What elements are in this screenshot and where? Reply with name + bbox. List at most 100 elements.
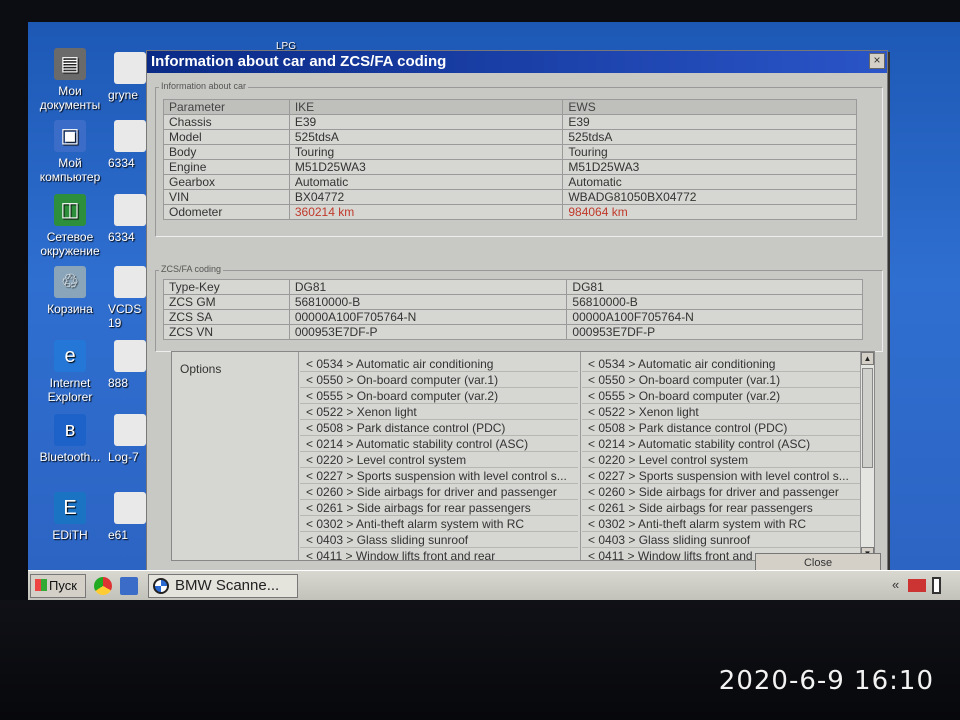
car-info-cell-param: Chassis bbox=[163, 114, 290, 130]
option-item[interactable]: < 0220 > Level control system bbox=[300, 452, 578, 468]
car-info-table: Parameter IKE EWS Chassis E39 E39 Model 525t… bbox=[163, 99, 857, 220]
start-button[interactable]: Пуск bbox=[30, 574, 86, 598]
option-item[interactable]: < 0261 > Side airbags for rear passenger… bbox=[582, 500, 860, 516]
my-computer-icon: ▣ bbox=[54, 120, 86, 152]
car-info-cell-ike: M51D25WA3 bbox=[288, 159, 564, 175]
car-info-cell-ews: E39 bbox=[562, 114, 857, 130]
option-item[interactable]: < 0508 > Park distance control (PDC) bbox=[582, 420, 860, 436]
option-item[interactable]: < 0260 > Side airbags for driver and pas… bbox=[300, 484, 578, 500]
zcs-cell-ews: 56810000-B bbox=[566, 294, 863, 310]
car-info-cell-param: Odometer bbox=[163, 204, 290, 220]
option-item[interactable]: < 0555 > On-board computer (var.2) bbox=[582, 388, 860, 404]
gryn-icon bbox=[114, 52, 146, 84]
desktop-icon[interactable]: ♲ Корзина bbox=[30, 266, 110, 316]
option-item[interactable]: < 0220 > Level control system bbox=[582, 452, 860, 468]
option-item[interactable]: < 0227 > Sports suspension with level co… bbox=[300, 468, 578, 484]
zcs-cell-ike: DG81 bbox=[288, 279, 568, 295]
system-tray: « bbox=[888, 574, 960, 598]
close-icon[interactable]: × bbox=[869, 53, 885, 69]
bmw-scanner-task[interactable]: BMW Scanne... bbox=[148, 574, 298, 598]
option-item[interactable]: < 0403 > Glass sliding sunroof bbox=[582, 532, 860, 548]
my-documents-icon: ▤ bbox=[54, 48, 86, 80]
zcs-table: Type-Key DG81 DG81 ZCS GM 56810000-B 56810000… bbox=[163, 279, 863, 340]
desktop-icon[interactable]: e Internet Explorer bbox=[30, 340, 110, 404]
option-item[interactable]: < 0214 > Automatic stability control (AS… bbox=[300, 436, 578, 452]
option-item[interactable]: < 0302 > Anti-theft alarm system with RC bbox=[300, 516, 578, 532]
car-info-cell-ews: M51D25WA3 bbox=[562, 159, 857, 175]
network-tray-icon[interactable] bbox=[908, 579, 926, 592]
car-info-row: Odometer 360214 km 984064 km bbox=[163, 204, 857, 220]
car-info-cell-ike: Touring bbox=[288, 144, 564, 160]
option-item[interactable]: < 0555 > On-board computer (var.2) bbox=[300, 388, 578, 404]
options-scrollbar[interactable]: ▲ ▼ bbox=[860, 352, 874, 560]
option-item[interactable]: < 0550 > On-board computer (var.1) bbox=[300, 372, 578, 388]
car-info-cell-param: Model bbox=[163, 129, 290, 145]
scroll-thumb[interactable] bbox=[862, 368, 873, 468]
car-info-cell-param: Body bbox=[163, 144, 290, 160]
option-item[interactable]: < 0214 > Automatic stability control (AS… bbox=[582, 436, 860, 452]
desktop-icon[interactable]: ▣ Мой компьютер bbox=[30, 120, 110, 184]
header-ike[interactable]: IKE bbox=[288, 99, 564, 115]
zcs-cell-param: ZCS GM bbox=[163, 294, 290, 310]
chrome-icon[interactable] bbox=[94, 577, 112, 595]
car-info-row: Model 525tdsA 525tdsA bbox=[163, 129, 857, 145]
car-info-row: Chassis E39 E39 bbox=[163, 114, 857, 130]
log-icon bbox=[114, 414, 146, 446]
car-info-row: VIN BX04772 WBADG81050BX04772 bbox=[163, 189, 857, 205]
option-item[interactable]: < 0260 > Side airbags for driver and pas… bbox=[582, 484, 860, 500]
file-888-icon bbox=[114, 340, 146, 372]
option-item[interactable]: < 0411 > Window lifts front and rear bbox=[300, 548, 578, 560]
show-desktop-icon[interactable] bbox=[120, 577, 138, 595]
option-item[interactable]: < 0508 > Park distance control (PDC) bbox=[300, 420, 578, 436]
header-ews[interactable]: EWS bbox=[562, 99, 857, 115]
desktop-icon-label: Сетевое окружение bbox=[40, 230, 100, 258]
file-6334b-icon bbox=[114, 194, 146, 226]
desktop-icon-label: gryne bbox=[108, 88, 139, 102]
desktop-icon-label: Bluetooth... bbox=[39, 450, 101, 464]
battery-icon[interactable] bbox=[932, 577, 941, 594]
car-info-cell-param: Engine bbox=[163, 159, 290, 175]
desktop-icon[interactable]: E EDiTH bbox=[30, 492, 110, 542]
car-info-cell-ews: WBADG81050BX04772 bbox=[562, 189, 857, 205]
options-ews-column: < 0534 > Automatic air conditioning < 055… bbox=[582, 356, 860, 560]
car-info-row: Engine M51D25WA3 M51D25WA3 bbox=[163, 159, 857, 175]
desktop-icon-label: Мои документы bbox=[39, 84, 101, 112]
windows-flag-icon bbox=[35, 579, 47, 591]
desktop-icon[interactable]: ʙ Bluetooth... bbox=[30, 414, 110, 464]
car-info-cell-param: Gearbox bbox=[163, 174, 290, 190]
internet-explorer-icon: e bbox=[54, 340, 86, 372]
option-item[interactable]: < 0522 > Xenon light bbox=[300, 404, 578, 420]
car-info-cell-param: VIN bbox=[163, 189, 290, 205]
zcs-cell-ike: 00000A100F705764-N bbox=[288, 309, 568, 325]
zcs-row: ZCS VN 000953E7DF-P 000953E7DF-P bbox=[163, 324, 863, 340]
car-info-cell-ike: E39 bbox=[288, 114, 564, 130]
option-item[interactable]: < 0550 > On-board computer (var.1) bbox=[582, 372, 860, 388]
desktop-icon[interactable]: ▤ Мои документы bbox=[30, 48, 110, 112]
desktop-icon-label: Internet Explorer bbox=[47, 376, 93, 404]
zcs-cell-param: ZCS VN bbox=[163, 324, 290, 340]
zcs-row: Type-Key DG81 DG81 bbox=[163, 279, 863, 295]
desktop-icon[interactable]: ◫ Сетевое окружение bbox=[30, 194, 110, 258]
dialog-titlebar[interactable]: Information about car and ZCS/FA coding … bbox=[147, 51, 887, 73]
option-item[interactable]: < 0522 > Xenon light bbox=[582, 404, 860, 420]
car-info-cell-ike: BX04772 bbox=[288, 189, 564, 205]
desktop-icon-label: 6334 bbox=[108, 156, 135, 170]
option-item[interactable]: < 0302 > Anti-theft alarm system with RC bbox=[582, 516, 860, 532]
option-item[interactable]: < 0534 > Automatic air conditioning bbox=[582, 356, 860, 372]
option-item[interactable]: < 0403 > Glass sliding sunroof bbox=[300, 532, 578, 548]
car-info-row: Body Touring Touring bbox=[163, 144, 857, 160]
tray-expand-icon[interactable]: « bbox=[892, 577, 899, 592]
header-parameter[interactable]: Parameter bbox=[163, 99, 290, 115]
option-item[interactable]: < 0261 > Side airbags for rear passenger… bbox=[300, 500, 578, 516]
scroll-up-icon[interactable]: ▲ bbox=[861, 352, 874, 365]
option-item[interactable]: < 0227 > Sports suspension with level co… bbox=[582, 468, 860, 484]
options-panel: Options < 0534 > Automatic air condition… bbox=[171, 351, 875, 561]
car-info-cell-ews: 984064 km bbox=[562, 204, 857, 220]
file-6334-icon bbox=[114, 120, 146, 152]
car-info-cell-ike: 360214 km bbox=[288, 204, 564, 220]
edith-icon: E bbox=[54, 492, 86, 524]
options-ike-column: < 0534 > Automatic air conditioning < 055… bbox=[300, 356, 578, 560]
option-item[interactable]: < 0534 > Automatic air conditioning bbox=[300, 356, 578, 372]
desktop-icon-label: Log-7 bbox=[108, 450, 139, 464]
desktop-icon-label: e61 bbox=[108, 528, 129, 542]
